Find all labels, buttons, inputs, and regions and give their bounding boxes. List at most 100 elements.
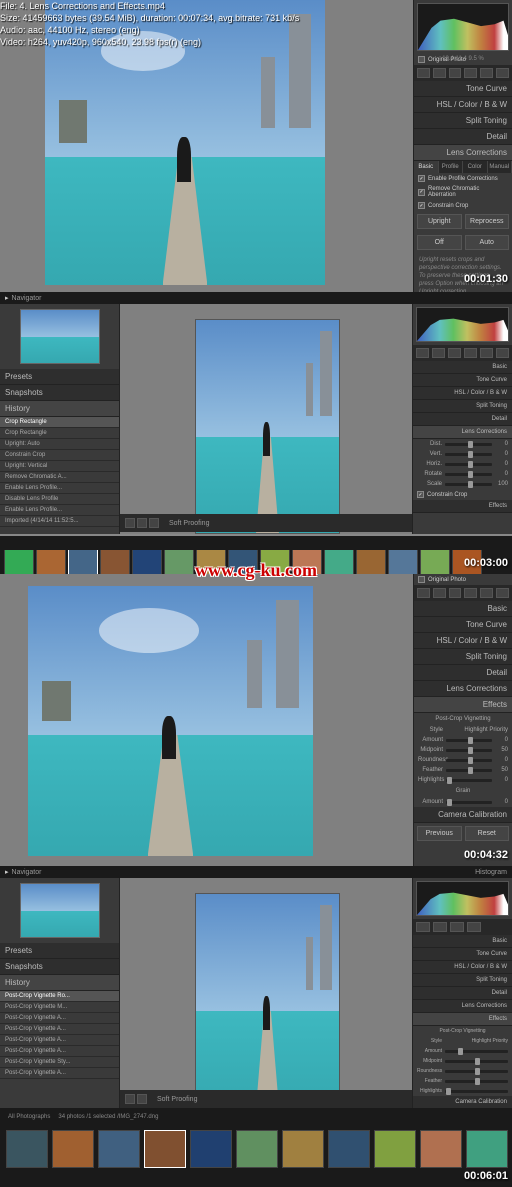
filmstrip-thumb[interactable] <box>420 550 450 574</box>
panel-split-toning[interactable]: Split Toning <box>413 974 512 987</box>
btn-upright[interactable]: Upright <box>417 214 462 229</box>
spot-icon[interactable] <box>432 348 445 358</box>
panel-basic[interactable]: Basic <box>414 601 512 617</box>
history-item[interactable]: Post-Crop Vignette A... <box>0 1035 119 1046</box>
panel-detail[interactable]: Detail <box>413 987 512 1000</box>
history-item[interactable]: Crop Rectangle <box>0 417 119 428</box>
panel-hsl[interactable]: HSL / Color / B & W <box>414 633 512 649</box>
tab-manual[interactable]: Manual <box>488 161 512 173</box>
btn-previous[interactable]: Previous <box>417 826 462 841</box>
history-item[interactable]: Crop Rectangle <box>0 428 119 439</box>
btn-reprocess[interactable]: Reprocess <box>465 214 510 229</box>
gradient-icon[interactable] <box>464 68 477 78</box>
crop-icon[interactable] <box>417 68 430 78</box>
btn-auto[interactable]: Auto <box>465 235 510 250</box>
brush-icon[interactable] <box>496 348 509 358</box>
history-item[interactable]: Disable Lens Profile <box>0 494 119 505</box>
panel-basic[interactable]: Basic <box>413 935 512 948</box>
panel-effects[interactable]: Effects <box>414 697 512 713</box>
panel-lens-corrections[interactable]: Lens Corrections <box>414 681 512 697</box>
btn-off[interactable]: Off <box>417 235 462 250</box>
gradient-icon[interactable] <box>450 922 464 932</box>
history-item[interactable]: Post-Crop Vignette A... <box>0 1013 119 1024</box>
compare-icon[interactable] <box>149 518 159 528</box>
panel-snapshots[interactable]: Snapshots <box>0 385 119 401</box>
history-item[interactable]: Post-Crop Vignette Sty... <box>0 1057 119 1068</box>
filmstrip-thumb[interactable] <box>374 1130 416 1168</box>
crop-icon[interactable] <box>417 588 430 598</box>
radial-icon[interactable] <box>480 68 493 78</box>
filmstrip-thumb[interactable] <box>388 550 418 574</box>
redeye-icon[interactable] <box>449 68 462 78</box>
panel-effects[interactable]: Effects <box>413 1013 512 1026</box>
panel-snapshots[interactable]: Snapshots <box>0 959 119 975</box>
chevron-right-icon[interactable]: ▸ <box>5 868 9 876</box>
panel-tone-curve[interactable]: Tone Curve <box>413 948 512 961</box>
loupe-icon[interactable] <box>137 518 147 528</box>
slider-roundness[interactable]: Roundness <box>413 1066 512 1076</box>
folder-label[interactable]: All Photographs <box>8 1114 50 1120</box>
main-photo[interactable] <box>28 586 313 856</box>
panel-camera-calibration[interactable]: Camera Calibration <box>413 1096 512 1108</box>
history-item[interactable]: Upright: Vertical <box>0 461 119 472</box>
panel-hsl[interactable]: HSL / Color / B & W <box>414 97 512 113</box>
panel-detail[interactable]: Detail <box>414 129 512 145</box>
slider-row[interactable]: Rotate0 <box>413 469 512 479</box>
checkbox-icon[interactable]: ✓ <box>417 491 424 498</box>
history-item[interactable]: Post-Crop Vignette A... <box>0 1068 119 1079</box>
gradient-icon[interactable] <box>464 348 477 358</box>
original-photo-check[interactable]: Original Photo <box>414 574 512 585</box>
brush-icon[interactable] <box>496 588 509 598</box>
canvas-area[interactable] <box>0 574 413 866</box>
radial-icon[interactable] <box>480 348 493 358</box>
panel-split-toning[interactable]: Split Toning <box>414 649 512 665</box>
panel-presets[interactable]: Presets <box>0 943 119 959</box>
slider-row[interactable]: Dist.0 <box>413 439 512 449</box>
filmstrip-thumb[interactable] <box>190 1130 232 1168</box>
panel-effects[interactable]: Effects <box>413 500 512 513</box>
soft-proofing-label[interactable]: Soft Proofing <box>169 520 209 527</box>
slider-row[interactable]: Horiz.0 <box>413 459 512 469</box>
slider-midpoint[interactable]: Midpoint <box>413 1056 512 1066</box>
histogram[interactable]: 18.4 11.4 9.5 % <box>417 3 509 51</box>
filmstrip-thumb[interactable] <box>4 550 34 574</box>
spot-icon[interactable] <box>433 922 447 932</box>
panel-basic[interactable]: Basic <box>413 361 512 374</box>
style-row[interactable]: StyleHighlight Priority <box>414 725 512 735</box>
filmstrip-thumb[interactable] <box>356 550 386 574</box>
filmstrip-thumb[interactable] <box>164 550 194 574</box>
slider-highlights[interactable]: Highlights0 <box>414 775 512 785</box>
main-photo[interactable] <box>195 319 340 534</box>
spot-icon[interactable] <box>433 588 446 598</box>
history-item[interactable]: Post-Crop Vignette A... <box>0 1046 119 1057</box>
filmstrip-thumb[interactable] <box>282 1130 324 1168</box>
panel-history[interactable]: History <box>0 975 119 991</box>
panel-tone-curve[interactable]: Tone Curve <box>413 374 512 387</box>
slider-highlights[interactable]: Highlights <box>413 1086 512 1096</box>
panel-presets[interactable]: Presets <box>0 369 119 385</box>
history-item[interactable]: Constrain Crop <box>0 450 119 461</box>
main-photo[interactable] <box>195 893 340 1108</box>
filmstrip-thumb[interactable] <box>324 550 354 574</box>
panel-detail[interactable]: Detail <box>413 413 512 426</box>
panel-hsl[interactable]: HSL / Color / B & W <box>413 961 512 974</box>
slider-feather[interactable]: Feather50 <box>414 765 512 775</box>
radial-icon[interactable] <box>480 588 493 598</box>
tab-profile[interactable]: Profile <box>439 161 464 173</box>
history-item[interactable]: Enable Lens Profile... <box>0 505 119 516</box>
tab-color[interactable]: Color <box>463 161 488 173</box>
filmstrip-thumb[interactable] <box>98 1130 140 1168</box>
spot-icon[interactable] <box>433 68 446 78</box>
btn-reset[interactable]: Reset <box>465 826 510 841</box>
filmstrip-thumb[interactable] <box>100 550 130 574</box>
slider-row[interactable]: Scale100 <box>413 479 512 489</box>
filmstrip-thumb[interactable] <box>466 1130 508 1168</box>
history-item[interactable]: Post-Crop Vignette M... <box>0 1002 119 1013</box>
style-row[interactable]: StyleHighlight Priority <box>413 1036 512 1046</box>
brush-icon[interactable] <box>467 922 481 932</box>
histogram[interactable] <box>416 307 509 342</box>
redeye-icon[interactable] <box>448 348 461 358</box>
filmstrip-thumb[interactable] <box>36 550 66 574</box>
filmstrip-thumb[interactable] <box>68 550 98 574</box>
slider-grain-amount[interactable]: Amount0 <box>414 797 512 807</box>
